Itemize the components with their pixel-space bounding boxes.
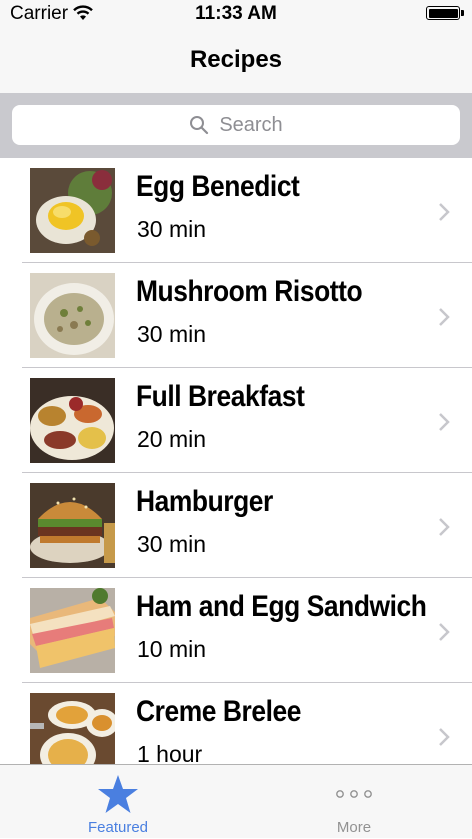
search-input[interactable]: Search — [12, 105, 460, 145]
search-icon — [190, 116, 209, 135]
recipe-duration: 10 min — [137, 636, 207, 662]
recipe-title: Hamburger — [136, 485, 273, 518]
recipe-title: Egg Benedict — [136, 170, 300, 203]
recipe-duration: 30 min — [137, 531, 207, 557]
recipe-duration: 30 min — [137, 216, 207, 242]
page-title: Recipes — [189, 46, 283, 73]
list-item[interactable]: Ham and Egg Sandwich 10 min — [0, 578, 472, 683]
navigation-bar: Recipes — [0, 28, 472, 93]
recipe-title: Creme Brelee — [136, 695, 301, 728]
recipe-thumbnail — [30, 588, 115, 673]
battery-icon — [426, 6, 464, 20]
list-item[interactable]: Egg Benedict 30 min — [0, 158, 472, 263]
chevron-right-icon — [439, 308, 450, 326]
list-item[interactable]: Full Breakfast 20 min — [0, 368, 472, 473]
recipe-thumbnail — [30, 168, 115, 253]
list-item[interactable]: Hamburger 30 min — [0, 473, 472, 578]
recipe-title: Mushroom Risotto — [136, 275, 363, 308]
chevron-right-icon — [439, 413, 450, 431]
tab-label: Featured — [87, 819, 149, 836]
chevron-right-icon — [439, 203, 450, 221]
recipe-thumbnail — [30, 483, 115, 568]
recipe-thumbnail — [30, 693, 115, 764]
recipe-duration: 30 min — [137, 321, 207, 347]
recipe-thumbnail — [30, 378, 115, 463]
recipe-duration: 1 hour — [137, 741, 203, 764]
chevron-right-icon — [439, 518, 450, 536]
status-time: 11:33 AM — [195, 3, 277, 24]
more-icon — [336, 790, 372, 798]
chevron-right-icon — [439, 728, 450, 746]
recipe-title: Ham and Egg Sandwich — [136, 590, 427, 623]
search-bar: Search — [0, 93, 472, 158]
list-item[interactable]: Creme Brelee 1 hour — [0, 683, 472, 764]
star-icon — [98, 775, 138, 813]
tab-featured[interactable]: Featured — [0, 765, 236, 839]
tab-label: More — [336, 819, 372, 836]
list-item[interactable]: Mushroom Risotto 30 min — [0, 263, 472, 368]
recipe-title: Full Breakfast — [136, 380, 305, 413]
tab-more[interactable]: More — [236, 765, 472, 839]
tab-bar: Featured More — [0, 764, 472, 838]
recipe-thumbnail — [30, 273, 115, 358]
chevron-right-icon — [439, 623, 450, 641]
search-placeholder: Search — [219, 113, 283, 136]
status-bar: Carrier 11:33 AM — [0, 0, 472, 28]
recipe-duration: 20 min — [137, 426, 207, 452]
recipe-list[interactable]: Egg Benedict 30 min Mushroom Risotto 30 … — [0, 158, 472, 764]
